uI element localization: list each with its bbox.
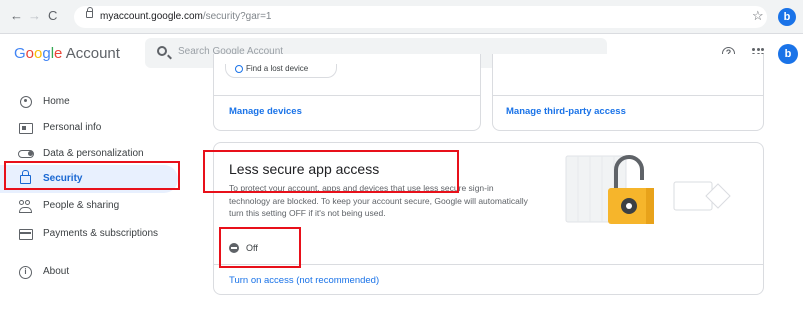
sidebar-item-about[interactable]: i About: [0, 258, 200, 286]
back-arrow-icon[interactable]: ←: [10, 9, 23, 23]
logo-letter: g: [42, 45, 51, 62]
sidebar-item-label: About: [43, 266, 70, 277]
url-host: myaccount.google.com: [100, 11, 203, 22]
home-icon: [20, 96, 32, 108]
third-party-card: [492, 54, 764, 131]
find-device-label: Find a lost device: [246, 64, 309, 73]
sidebar-item-label: Data & personalization: [43, 148, 144, 159]
sidebar-item-label: People & sharing: [43, 200, 120, 211]
sidebar-item-label: Home: [43, 96, 70, 107]
turn-on-access-link[interactable]: Turn on access (not recommended): [229, 275, 379, 287]
avatar[interactable]: b: [778, 44, 798, 64]
highlight-title: [203, 150, 459, 193]
logo-suffix: Account: [62, 45, 120, 62]
url-path: /security?gar=1: [202, 11, 272, 22]
url-text[interactable]: myaccount.google.com/security?gar=1: [100, 10, 272, 24]
id-card-icon: [19, 123, 33, 134]
bookmark-star-icon[interactable]: ☆: [752, 8, 764, 24]
logo-letter: o: [25, 45, 35, 62]
sidebar-item-payments[interactable]: Payments & subscriptions: [0, 220, 200, 248]
manage-third-party-link[interactable]: Manage third-party access: [506, 106, 626, 118]
sidebar-item-personal-info[interactable]: Personal info: [0, 114, 200, 142]
sidebar-item-label: Personal info: [43, 122, 102, 133]
info-icon: i: [19, 266, 32, 279]
google-account-logo[interactable]: Google Account: [14, 45, 120, 63]
toggle-icon: [18, 150, 34, 158]
reload-icon[interactable]: C: [48, 9, 57, 23]
people-icon: [19, 200, 33, 213]
highlight-security: [4, 161, 180, 190]
sidebar-item-people-sharing[interactable]: People & sharing: [0, 192, 200, 220]
find-device-button[interactable]: Find a lost device: [225, 64, 337, 78]
logo-letter: G: [14, 45, 26, 62]
manage-devices-link[interactable]: Manage devices: [229, 106, 302, 118]
sidebar-item-label: Payments & subscriptions: [43, 228, 159, 239]
browser-toolbar: ← → C myaccount.google.com/security?gar=…: [0, 0, 803, 34]
divider: [493, 95, 763, 96]
browser-profile-avatar[interactable]: b: [778, 8, 796, 26]
highlight-status: [219, 227, 301, 268]
forward-arrow-icon[interactable]: →: [28, 9, 41, 23]
padlock-illustration: [565, 155, 731, 224]
secure-lock-icon: [86, 7, 93, 18]
credit-card-icon: [19, 229, 33, 240]
divider: [214, 95, 480, 96]
sidebar-item-home[interactable]: Home: [0, 88, 200, 116]
search-icon[interactable]: [157, 46, 167, 56]
